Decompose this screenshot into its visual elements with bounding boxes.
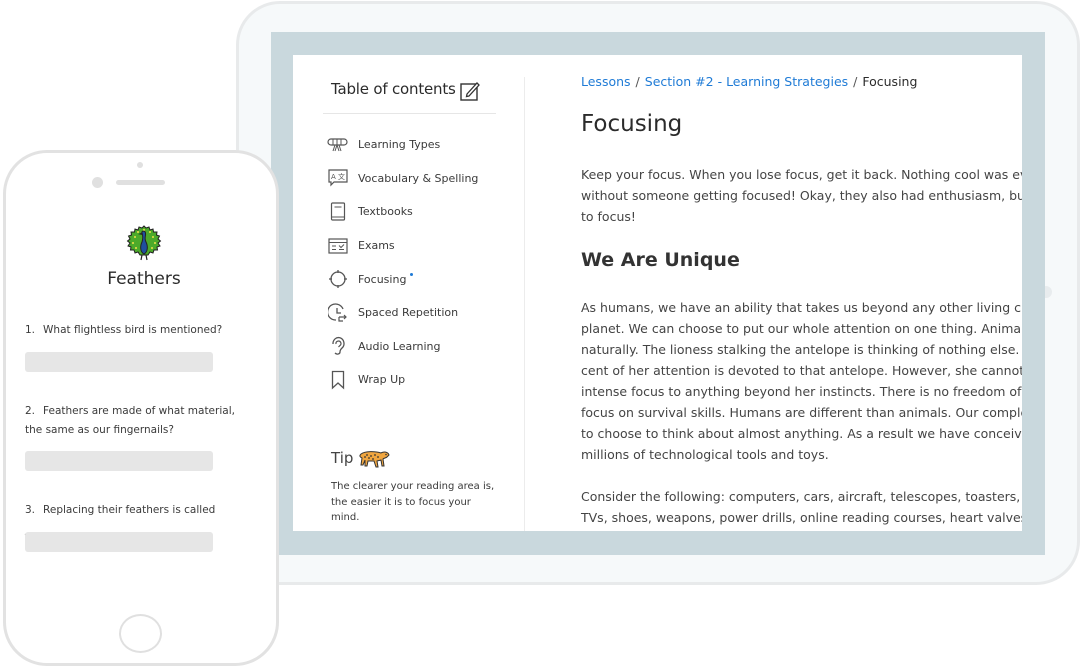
text-line: Consider the following: computers, cars,…: [581, 489, 1022, 504]
phone-speaker: [116, 180, 165, 185]
breadcrumb-lessons-link[interactable]: Lessons: [581, 74, 631, 89]
toc-item-label: Learning Types: [358, 138, 441, 152]
text-line: focus on survival skills. Humans are dif…: [581, 405, 1022, 420]
answer-field-1[interactable]: [25, 352, 213, 372]
svg-text:A: A: [331, 173, 336, 181]
breadcrumb: Lessons / Section #2 - Learning Strategies…: [581, 74, 917, 89]
tablet-screen: Table of contents Learning Types A文 Voca…: [293, 55, 1022, 531]
text-line: intense focus to anything beyond her ins…: [581, 384, 1022, 399]
question-number: 2.: [25, 405, 36, 417]
page-title: Focusing: [581, 111, 683, 137]
text-line: TVs, shoes, weapons, power drills, onlin…: [581, 510, 1022, 525]
ear-icon: [327, 335, 349, 357]
text-line: to focus!: [581, 209, 636, 224]
tip-title: Tip: [331, 449, 354, 467]
toc-item-textbooks[interactable]: Textbooks: [327, 195, 478, 229]
text-line: planet. We can choose to put our whole a…: [581, 321, 1022, 336]
text-line: millions of technological tools and toys…: [581, 447, 829, 462]
toc-item-learning-types[interactable]: Learning Types: [327, 128, 478, 162]
question-text: Feathers are made of what material, the …: [25, 405, 235, 436]
consider-paragraph: Consider the following: computers, cars,…: [581, 486, 1022, 528]
text-line: As humans, we have an ability that takes…: [581, 300, 1022, 315]
question-text: Replacing their feathers is called _____…: [25, 504, 216, 535]
question-text: What flightless bird is mentioned?: [43, 324, 223, 336]
toc-divider: [323, 113, 496, 114]
question-number: 1.: [25, 324, 36, 336]
breadcrumb-section-link[interactable]: Section #2 - Learning Strategies: [645, 74, 848, 89]
crosshair-icon: [327, 268, 349, 290]
quiz-title: Feathers: [107, 269, 181, 289]
bookmark-icon: [327, 369, 349, 391]
answer-field-2[interactable]: [25, 451, 213, 471]
phone-sensor: [137, 162, 143, 168]
breadcrumb-separator: /: [853, 74, 858, 89]
toc-item-label: Audio Learning: [358, 339, 441, 353]
toc-item-audio-learning[interactable]: Audio Learning: [327, 330, 478, 364]
quiz-question-2: 2. Feathers are made of what material, th…: [25, 402, 245, 439]
phone-home-button: [119, 614, 162, 653]
exam-icon: [327, 235, 349, 257]
toc-heading: Table of contents: [331, 80, 456, 98]
clock-repeat-icon: [327, 302, 349, 324]
translate-icon: A文: [327, 167, 349, 189]
toc-item-exams[interactable]: Exams: [327, 229, 478, 263]
toc-item-wrap-up[interactable]: Wrap Up: [327, 363, 478, 397]
text-line: without someone getting focused! Okay, t…: [581, 188, 1022, 203]
diploma-icon: [327, 134, 349, 156]
tip-heading: Tip: [331, 447, 391, 469]
phone-camera: [92, 177, 103, 188]
text-line: cent of her attention is devoted to that…: [581, 363, 1022, 378]
toc-item-label: Spaced Repetition: [358, 306, 459, 320]
intro-paragraph: Keep your focus. When you lose focus, ge…: [581, 164, 1022, 227]
tip-text: The clearer your reading area is, the ea…: [331, 481, 495, 523]
breadcrumb-separator: /: [635, 74, 640, 89]
toc-item-focusing[interactable]: Focusing: [327, 262, 478, 296]
toc-list: Learning Types A文 Vocabulary & Spelling …: [327, 128, 478, 397]
table-of-contents: Table of contents Learning Types A文 Voca…: [293, 55, 525, 531]
toc-item-label: Focusing: [358, 272, 407, 286]
cheetah-icon: [357, 447, 391, 469]
body-paragraph: As humans, we have an ability that takes…: [581, 297, 1022, 465]
toc-item-label: Vocabulary & Spelling: [358, 171, 479, 185]
text-line: to choose to think about almost anything…: [581, 426, 1022, 441]
text-line: naturally. The lioness stalking the ante…: [581, 342, 1022, 357]
question-number: 3.: [25, 504, 36, 516]
answer-field-3[interactable]: [25, 532, 213, 552]
toc-item-label: Exams: [358, 239, 395, 253]
toc-item-vocabulary-spelling[interactable]: A文 Vocabulary & Spelling: [327, 162, 478, 196]
active-indicator-dot: [410, 272, 414, 276]
text-line: Keep your focus. When you lose focus, ge…: [581, 167, 1022, 182]
quiz-question-1: 1. What flightless bird is mentioned?: [25, 321, 245, 340]
edit-icon[interactable]: [459, 80, 481, 102]
peacock-icon: [126, 224, 162, 262]
breadcrumb-current: Focusing: [862, 74, 918, 89]
sidebar-divider: [524, 77, 525, 531]
svg-text:文: 文: [338, 172, 345, 181]
toc-item-label: Wrap Up: [358, 373, 406, 387]
book-icon: [327, 201, 349, 223]
section-heading: We Are Unique: [581, 249, 740, 271]
toc-item-spaced-repetition[interactable]: Spaced Repetition: [327, 296, 478, 330]
toc-item-label: Textbooks: [358, 205, 413, 219]
